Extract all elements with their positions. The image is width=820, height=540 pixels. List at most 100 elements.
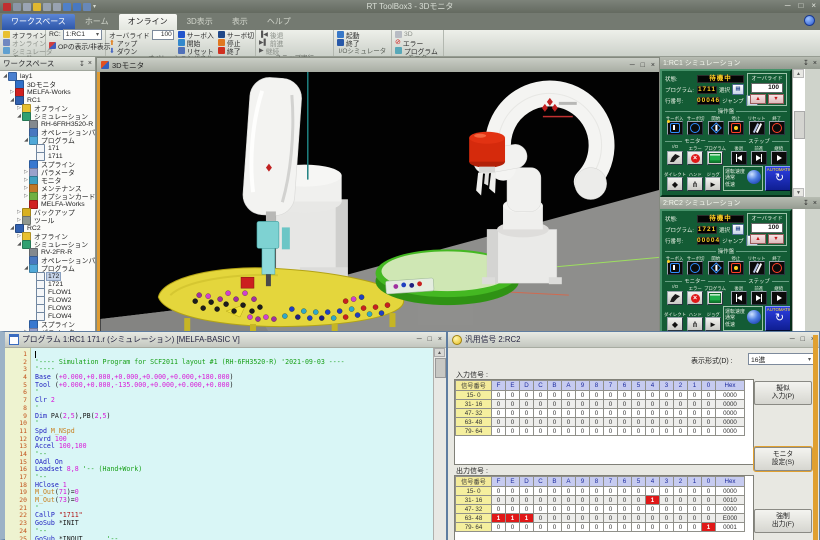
- scroll-up-icon[interactable]: ▲: [793, 69, 804, 78]
- bit-cell[interactable]: 0: [674, 487, 688, 496]
- bit-cell[interactable]: 0: [590, 505, 604, 514]
- bit-cell[interactable]: 0: [604, 523, 618, 532]
- bit-cell[interactable]: 0: [702, 496, 716, 505]
- bit-cell[interactable]: 0: [632, 523, 646, 532]
- bit-cell[interactable]: 0: [534, 409, 548, 418]
- bit-cell[interactable]: 0: [492, 523, 506, 532]
- bit-cell[interactable]: 0: [674, 391, 688, 400]
- minimize-icon[interactable]: ─: [630, 62, 635, 69]
- speed-knob-icon[interactable]: [747, 310, 761, 324]
- override-up-button[interactable]: ▲: [750, 94, 766, 104]
- program-select-button[interactable]: ▦: [732, 84, 744, 95]
- bit-cell[interactable]: 0: [702, 505, 716, 514]
- bit-cell[interactable]: 0: [590, 391, 604, 400]
- bit-cell[interactable]: 0: [618, 514, 632, 523]
- code-line[interactable]: '--: [35, 474, 433, 482]
- override-down-button[interactable]: ▼: [768, 234, 784, 244]
- tree-item[interactable]: ▷オプションカード: [0, 192, 95, 200]
- bit-cell[interactable]: 0: [604, 496, 618, 505]
- bit-cell[interactable]: 0: [520, 505, 534, 514]
- bit-cell[interactable]: 0: [506, 523, 520, 532]
- bit-cell[interactable]: 0: [534, 523, 548, 532]
- override-up-button[interactable]: ▲: [750, 234, 766, 244]
- pin-icon[interactable]: ↧: [79, 60, 85, 68]
- bit-cell[interactable]: 0: [520, 400, 534, 409]
- code-line[interactable]: ': [35, 420, 433, 428]
- tree-item[interactable]: ◢シミュレーション: [0, 240, 95, 248]
- bit-cell[interactable]: 0: [492, 400, 506, 409]
- bit-cell[interactable]: 0: [688, 523, 702, 532]
- bit-cell[interactable]: 0: [506, 400, 520, 409]
- bit-cell[interactable]: 0: [506, 409, 520, 418]
- reset-button[interactable]: リセット: [747, 255, 767, 275]
- bit-cell[interactable]: 0: [492, 391, 506, 400]
- bit-cell[interactable]: 0: [632, 505, 646, 514]
- bit-cell[interactable]: 0: [520, 487, 534, 496]
- ribbon-tab[interactable]: 3D表示: [178, 14, 222, 30]
- scroll-down-icon[interactable]: ▼: [793, 188, 804, 197]
- bit-cell[interactable]: 0: [534, 496, 548, 505]
- hand-button[interactable]: ハンド⋔: [687, 171, 703, 191]
- bit-cell[interactable]: 0: [576, 523, 590, 532]
- bit-cell[interactable]: 0: [520, 523, 534, 532]
- pane-scrollbar[interactable]: ▲ ▼: [792, 69, 805, 197]
- bit-cell[interactable]: 0: [604, 418, 618, 427]
- bit-cell[interactable]: 0: [492, 505, 506, 514]
- tree-item[interactable]: ◢プログラム: [0, 264, 95, 272]
- close-icon[interactable]: ×: [88, 60, 92, 67]
- tree-item[interactable]: ◢シミュレーション: [0, 112, 95, 120]
- bit-cell[interactable]: 0: [534, 391, 548, 400]
- bit-cell[interactable]: 0: [618, 418, 632, 427]
- automatic-button[interactable]: AUTOMATIC ↻: [765, 306, 792, 331]
- hand-button[interactable]: ハンド⋔: [687, 311, 703, 331]
- tree-item[interactable]: FLOW3: [0, 304, 95, 312]
- bit-cell[interactable]: 0: [548, 427, 562, 436]
- bit-cell[interactable]: 0: [534, 487, 548, 496]
- ribbon-tab[interactable]: ホーム: [76, 14, 118, 30]
- code-line[interactable]: HClose 1: [35, 482, 433, 490]
- bit-cell[interactable]: 0: [548, 505, 562, 514]
- reset-button[interactable]: リセット: [747, 115, 767, 135]
- close-icon[interactable]: ×: [651, 62, 655, 69]
- step-back-button[interactable]: 後退: [729, 285, 749, 305]
- bit-cell[interactable]: 0: [646, 523, 660, 532]
- bit-cell[interactable]: 0: [590, 523, 604, 532]
- rc-select-dropdown[interactable]: 1:RC1▾: [63, 29, 102, 40]
- servo-on-button[interactable]: サーボ入: [665, 255, 685, 275]
- jog-button[interactable]: ジョグ►: [705, 311, 721, 331]
- bit-cell[interactable]: 0: [660, 418, 674, 427]
- bit-cell[interactable]: 0: [534, 505, 548, 514]
- pane-scrollbar[interactable]: [792, 209, 805, 337]
- tree-item[interactable]: ▷ツール: [0, 216, 95, 224]
- bit-cell[interactable]: 0: [702, 391, 716, 400]
- direct-button[interactable]: ダイレクト◆: [665, 171, 685, 191]
- pseudo-input-button[interactable]: 擬似入力(P): [754, 381, 812, 405]
- bit-cell[interactable]: 0: [492, 418, 506, 427]
- bit-cell[interactable]: 0: [618, 496, 632, 505]
- bit-cell[interactable]: 0: [646, 418, 660, 427]
- tree-item[interactable]: 171: [0, 144, 95, 152]
- step-continue-button[interactable]: 継続: [769, 285, 789, 305]
- bit-cell[interactable]: 0: [506, 505, 520, 514]
- code-line[interactable]: ': [35, 389, 433, 397]
- servo-off-button[interactable]: サーボ切: [685, 115, 705, 135]
- bit-cell[interactable]: 0: [702, 514, 716, 523]
- bit-cell[interactable]: 0: [576, 409, 590, 418]
- bit-cell[interactable]: 0: [576, 496, 590, 505]
- bit-cell[interactable]: 0: [688, 514, 702, 523]
- code-line[interactable]: '---- Simulation Program for SCF2011 lay…: [35, 359, 433, 367]
- bit-cell[interactable]: 0: [562, 409, 576, 418]
- maximize-icon[interactable]: □: [798, 1, 803, 10]
- bit-cell[interactable]: 0: [506, 418, 520, 427]
- rc1-pane-header[interactable]: 1:RC1 シミュレーション ↧ ×: [660, 57, 820, 69]
- bit-cell[interactable]: 0: [506, 427, 520, 436]
- code-line[interactable]: M_Out(73)=0: [35, 497, 433, 505]
- bit-cell[interactable]: 0: [660, 496, 674, 505]
- bit-cell[interactable]: 0: [632, 514, 646, 523]
- bit-cell[interactable]: 0: [618, 391, 632, 400]
- bit-cell[interactable]: 0: [506, 391, 520, 400]
- bit-cell[interactable]: 0: [492, 427, 506, 436]
- tree-item[interactable]: 1721: [0, 280, 95, 288]
- bit-cell[interactable]: 1: [492, 514, 506, 523]
- code-line[interactable]: Accel 100,100: [35, 443, 433, 451]
